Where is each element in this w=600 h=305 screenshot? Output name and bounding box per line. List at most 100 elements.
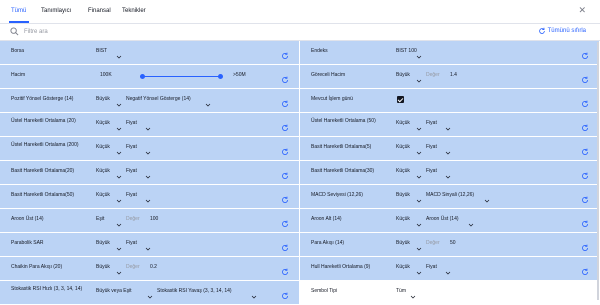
value-select[interactable]: Fiyat [126, 240, 137, 246]
value-input-placeholder[interactable]: Değer [426, 72, 440, 78]
chevron-down-icon[interactable] [445, 263, 451, 275]
condition-select[interactable]: Küçük [96, 168, 110, 174]
value-select[interactable]: Fiyat [426, 264, 437, 270]
condition-select[interactable]: BIST [96, 48, 107, 54]
reset-filter-icon[interactable] [581, 47, 589, 59]
reset-filter-icon[interactable] [581, 191, 589, 203]
chevron-down-icon[interactable] [445, 119, 451, 131]
condition-select[interactable]: BIST 100 [396, 48, 417, 54]
chevron-down-icon[interactable] [484, 191, 490, 203]
condition-select[interactable]: Tüm [396, 288, 406, 294]
chevron-down-icon[interactable] [416, 215, 422, 227]
value-input[interactable]: 1.4 [450, 72, 457, 78]
tab-technical[interactable]: Teknikler [122, 8, 146, 14]
reset-filter-icon[interactable] [281, 143, 289, 155]
chevron-down-icon[interactable] [116, 191, 122, 203]
value-select[interactable]: Fiyat [126, 192, 137, 198]
value-select[interactable]: Stokastik RSI Yavaş (3, 3, 14, 14) [157, 288, 232, 294]
reset-filter-icon[interactable] [281, 95, 289, 107]
reset-filter-icon[interactable] [581, 143, 589, 155]
range-slider-min-handle[interactable] [140, 74, 145, 79]
value-select[interactable]: Fiyat [126, 120, 137, 126]
chevron-down-icon[interactable] [116, 215, 122, 227]
chevron-down-icon[interactable] [410, 287, 416, 299]
value-input-placeholder[interactable]: Değer [426, 240, 440, 246]
reset-filter-icon[interactable] [281, 239, 289, 251]
tab-all[interactable]: Tümü [11, 8, 26, 14]
chevron-down-icon[interactable] [251, 287, 257, 299]
chevron-down-icon[interactable] [145, 239, 151, 251]
chevron-down-icon[interactable] [116, 95, 122, 107]
chevron-down-icon[interactable] [416, 167, 422, 179]
chevron-down-icon[interactable] [145, 119, 151, 131]
close-icon[interactable]: ✕ [578, 5, 586, 16]
reset-filter-icon[interactable] [281, 215, 289, 227]
value-input-placeholder[interactable]: Değer [126, 264, 140, 270]
value-select[interactable]: Negatif Yönsel Gösterge (14) [126, 96, 191, 102]
reset-filter-icon[interactable] [281, 119, 289, 131]
tab-financial[interactable]: Finansal [88, 8, 111, 14]
reset-filter-icon[interactable] [581, 239, 589, 251]
chevron-down-icon[interactable] [468, 215, 474, 227]
condition-select[interactable]: Küçük [96, 120, 110, 126]
value-select[interactable]: Aroon Üst (14) [426, 216, 459, 222]
chevron-down-icon[interactable] [416, 239, 422, 251]
reset-all-button[interactable]: Tümünü sıfırla [538, 27, 586, 34]
scrollbar[interactable] [597, 42, 599, 300]
chevron-down-icon[interactable] [445, 143, 451, 155]
condition-select[interactable]: Büyük [396, 72, 410, 78]
chevron-down-icon[interactable] [416, 143, 422, 155]
value-select[interactable]: MACD Sinyali (12,26) [426, 192, 474, 198]
condition-select[interactable]: Büyük veya Eşit [96, 288, 132, 294]
chevron-down-icon[interactable] [145, 167, 151, 179]
reset-filter-icon[interactable] [581, 119, 589, 131]
value-select[interactable]: Fiyat [126, 168, 137, 174]
chevron-down-icon[interactable] [116, 239, 122, 251]
chevron-down-icon[interactable] [416, 263, 422, 275]
reset-filter-icon[interactable] [581, 215, 589, 227]
chevron-down-icon[interactable] [145, 143, 151, 155]
condition-select[interactable]: Eşit [96, 216, 104, 222]
chevron-down-icon[interactable] [116, 143, 122, 155]
chevron-down-icon[interactable] [416, 47, 422, 59]
chevron-down-icon[interactable] [205, 95, 211, 107]
chevron-down-icon[interactable] [416, 71, 422, 83]
condition-select[interactable]: Küçük [396, 264, 410, 270]
chevron-down-icon[interactable] [445, 167, 451, 179]
chevron-down-icon[interactable] [147, 287, 153, 299]
chevron-down-icon[interactable] [416, 119, 422, 131]
chevron-down-icon[interactable] [416, 191, 422, 203]
value-input[interactable]: 50 [450, 240, 456, 246]
reset-filter-icon[interactable] [281, 263, 289, 275]
reset-filter-icon[interactable] [281, 287, 289, 299]
condition-select[interactable]: Küçük [96, 144, 110, 150]
current-day-checkbox[interactable] [397, 96, 404, 103]
chevron-down-icon[interactable] [116, 47, 122, 59]
value-select[interactable]: Fiyat [126, 144, 137, 150]
value-select[interactable]: Fiyat [426, 168, 437, 174]
reset-filter-icon[interactable] [581, 263, 589, 275]
value-select[interactable]: Fiyat [426, 120, 437, 126]
value-input[interactable]: 0.2 [150, 264, 157, 270]
condition-select[interactable]: Küçük [396, 144, 410, 150]
value-input[interactable]: 100 [150, 216, 158, 222]
condition-select[interactable]: Büyük [96, 264, 110, 270]
reset-filter-icon[interactable] [581, 71, 589, 83]
value-input-placeholder[interactable]: Değer [126, 216, 140, 222]
reset-filter-icon[interactable] [281, 191, 289, 203]
tab-descriptive[interactable]: Tanımlayıcı [41, 8, 71, 14]
condition-select[interactable]: Küçük [396, 216, 410, 222]
condition-select[interactable]: Büyük [96, 96, 110, 102]
chevron-down-icon[interactable] [116, 119, 122, 131]
range-slider-track[interactable] [140, 76, 220, 77]
condition-select[interactable]: Büyük [396, 240, 410, 246]
condition-select[interactable]: Küçük [96, 192, 110, 198]
chevron-down-icon[interactable] [116, 263, 122, 275]
value-select[interactable]: Fiyat [426, 144, 437, 150]
condition-select[interactable]: Büyük [396, 192, 410, 198]
reset-filter-icon[interactable] [581, 167, 589, 179]
condition-select[interactable]: Büyük [96, 240, 110, 246]
chevron-down-icon[interactable] [145, 191, 151, 203]
chevron-down-icon[interactable] [116, 167, 122, 179]
condition-select[interactable]: Küçük [396, 168, 410, 174]
